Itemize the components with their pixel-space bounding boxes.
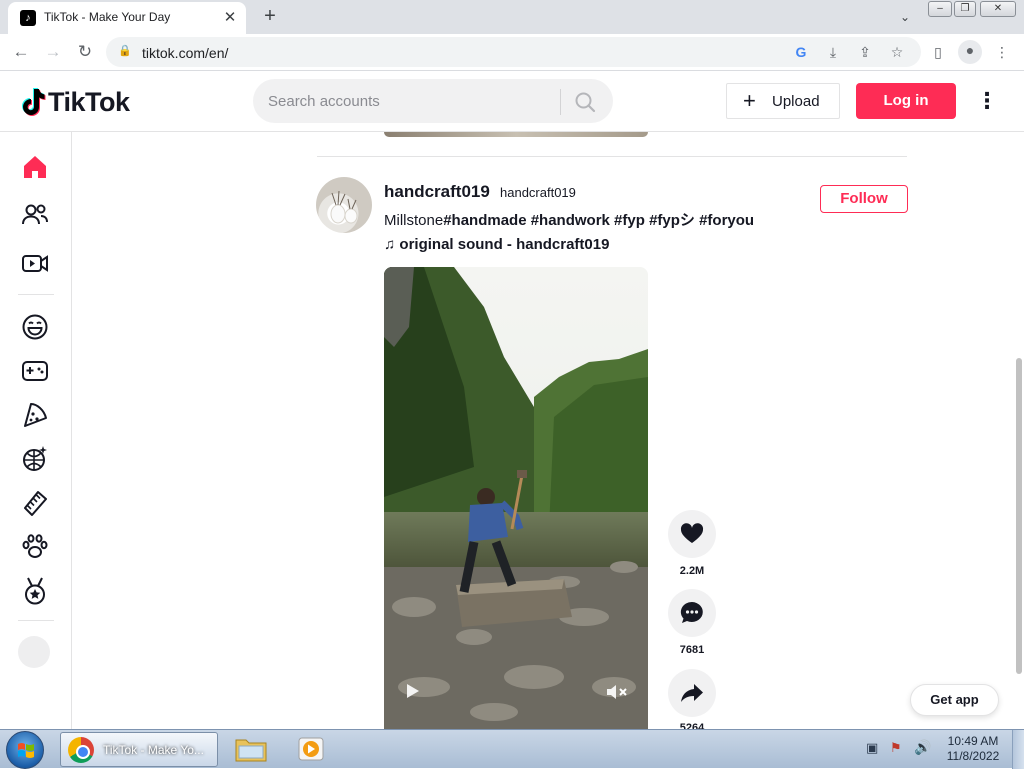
new-tab-icon[interactable]: + <box>258 4 282 28</box>
search-icon[interactable] <box>573 90 597 114</box>
comment-icon <box>680 601 703 623</box>
share-arrow-icon <box>681 684 703 702</box>
following-icon[interactable] <box>20 200 50 230</box>
show-desktop-button[interactable] <box>1012 730 1024 769</box>
previous-video-thumbnail[interactable] <box>384 132 648 137</box>
clock-date: 11/8/2022 <box>946 749 1000 763</box>
media-player-icon[interactable] <box>296 735 326 763</box>
heart-icon <box>680 523 704 543</box>
follow-button[interactable]: Follow <box>820 185 908 213</box>
gaming-icon[interactable] <box>20 356 50 386</box>
browser-tab[interactable]: ♪ TikTok - Make Your Day ✕ <box>8 2 246 34</box>
video-frame <box>384 267 648 729</box>
comment-button[interactable] <box>668 589 716 637</box>
system-tray: ▣ ⚑ 🔊 <box>864 738 934 760</box>
search-bar[interactable]: Search accounts <box>253 79 613 123</box>
dance-icon[interactable] <box>20 444 50 474</box>
post-username[interactable]: handcraft019 <box>384 182 490 202</box>
install-app-icon[interactable]: ⤓ <box>823 42 843 62</box>
tiktok-logo[interactable]: TikTok <box>20 85 130 119</box>
volume-icon[interactable]: 🔊 <box>914 739 931 756</box>
share-button[interactable] <box>668 669 716 717</box>
lock-icon[interactable]: 🔒 <box>118 44 132 57</box>
back-icon[interactable]: ← <box>8 39 34 65</box>
chrome-icon <box>68 737 94 763</box>
file-explorer-icon[interactable] <box>234 735 268 763</box>
bookmark-star-icon[interactable]: ☆ <box>887 42 907 62</box>
search-input[interactable]: Search accounts <box>268 93 380 110</box>
music-note-icon: ♫ <box>384 236 396 253</box>
search-divider <box>560 89 561 115</box>
sports-icon[interactable] <box>20 576 50 606</box>
browser-tab-strip: ♪ TikTok - Make Your Day ✕ + ⌄ – ❐ ✕ <box>0 0 1024 34</box>
taskbar-chrome-button[interactable]: TikTok - Make Yo... <box>60 732 218 767</box>
google-icon[interactable]: G <box>791 42 811 62</box>
taskbar-clock[interactable]: 10:49 AM 11/8/2022 <box>946 734 1000 764</box>
logo-text: TikTok <box>48 86 130 117</box>
sidebar-placeholder-avatar <box>18 636 50 668</box>
get-app-button[interactable]: Get app <box>910 684 999 716</box>
tiktok-header: TikTok Search accounts + Upload Log in ⋮ <box>0 71 1024 132</box>
url-text[interactable]: tiktok.com/en/ <box>142 45 228 61</box>
taskbar-chrome-label: TikTok - Make Yo... <box>103 743 204 757</box>
upload-label: Upload <box>772 93 820 110</box>
like-count: 2.2M <box>679 565 705 577</box>
plus-icon: + <box>743 88 756 113</box>
minimize-window-button[interactable]: – <box>928 1 952 17</box>
avatar-image <box>330 190 358 224</box>
comedy-icon[interactable] <box>20 312 50 342</box>
home-icon[interactable] <box>20 152 50 182</box>
network-icon[interactable]: ▣ <box>866 740 878 756</box>
tiktok-note-icon <box>22 88 46 116</box>
clock-time: 10:49 AM <box>947 734 999 748</box>
start-button[interactable] <box>6 731 44 769</box>
comment-count: 7681 <box>679 644 705 656</box>
animals-icon[interactable] <box>20 532 50 562</box>
share-icon[interactable]: ⇪ <box>855 42 875 62</box>
reload-icon[interactable]: ↻ <box>72 39 98 65</box>
caption-hashtags[interactable]: #handmade #handwork #fyp #fypシ #foryou <box>443 212 754 229</box>
tab-title: TikTok - Make Your Day <box>44 10 171 24</box>
windows-taskbar: TikTok - Make Yo... ▣ ⚑ 🔊 10:49 AM 11/8/… <box>0 729 1024 769</box>
share-count: 5264 <box>679 722 705 729</box>
tab-search-icon[interactable]: ⌄ <box>894 6 916 28</box>
page-scrollbar[interactable] <box>1016 358 1022 674</box>
avatar[interactable] <box>316 177 372 233</box>
food-icon[interactable] <box>20 400 50 430</box>
sidebar-separator <box>18 294 54 295</box>
video-player[interactable] <box>384 267 648 729</box>
action-center-icon[interactable]: ⚑ <box>890 740 902 756</box>
post-caption: Millstone#handmade #handwork #fyp #fypシ … <box>384 209 754 230</box>
profile-avatar-icon[interactable]: ● <box>958 40 982 64</box>
play-icon[interactable] <box>406 683 420 699</box>
restore-window-button[interactable]: ❐ <box>954 1 976 17</box>
feed-divider <box>317 156 907 157</box>
browser-toolbar: ← → ↻ 🔒 tiktok.com/en/ G ⤓ ⇪ ☆ ▯ ● ⋮ <box>0 34 1024 71</box>
sidebar-separator <box>18 620 54 621</box>
windows-logo-icon <box>18 743 34 758</box>
address-bar[interactable]: 🔒 tiktok.com/en/ G ⤓ ⇪ ☆ <box>106 37 921 67</box>
sound-label[interactable]: original sound - handcraft019 <box>399 236 609 253</box>
beauty-icon[interactable] <box>20 488 50 518</box>
like-button[interactable] <box>668 510 716 558</box>
caption-text: Millstone <box>384 212 444 229</box>
forward-icon[interactable]: → <box>40 39 66 65</box>
more-options-icon[interactable]: ⋮ <box>976 89 998 113</box>
post-nickname[interactable]: handcraft019 <box>500 185 576 200</box>
side-panel-icon[interactable]: ▯ <box>928 42 948 62</box>
post-sound[interactable]: ♫ original sound - handcraft019 <box>384 236 609 253</box>
browser-menu-icon[interactable]: ⋮ <box>992 42 1012 62</box>
close-window-button[interactable]: ✕ <box>980 1 1016 17</box>
tiktok-favicon-icon: ♪ <box>20 10 36 26</box>
sidebar <box>0 132 72 729</box>
upload-button[interactable]: + Upload <box>726 83 840 119</box>
close-tab-icon[interactable]: ✕ <box>220 8 240 28</box>
live-icon[interactable] <box>20 248 50 278</box>
mute-icon[interactable] <box>606 683 630 701</box>
login-button[interactable]: Log in <box>856 83 956 119</box>
